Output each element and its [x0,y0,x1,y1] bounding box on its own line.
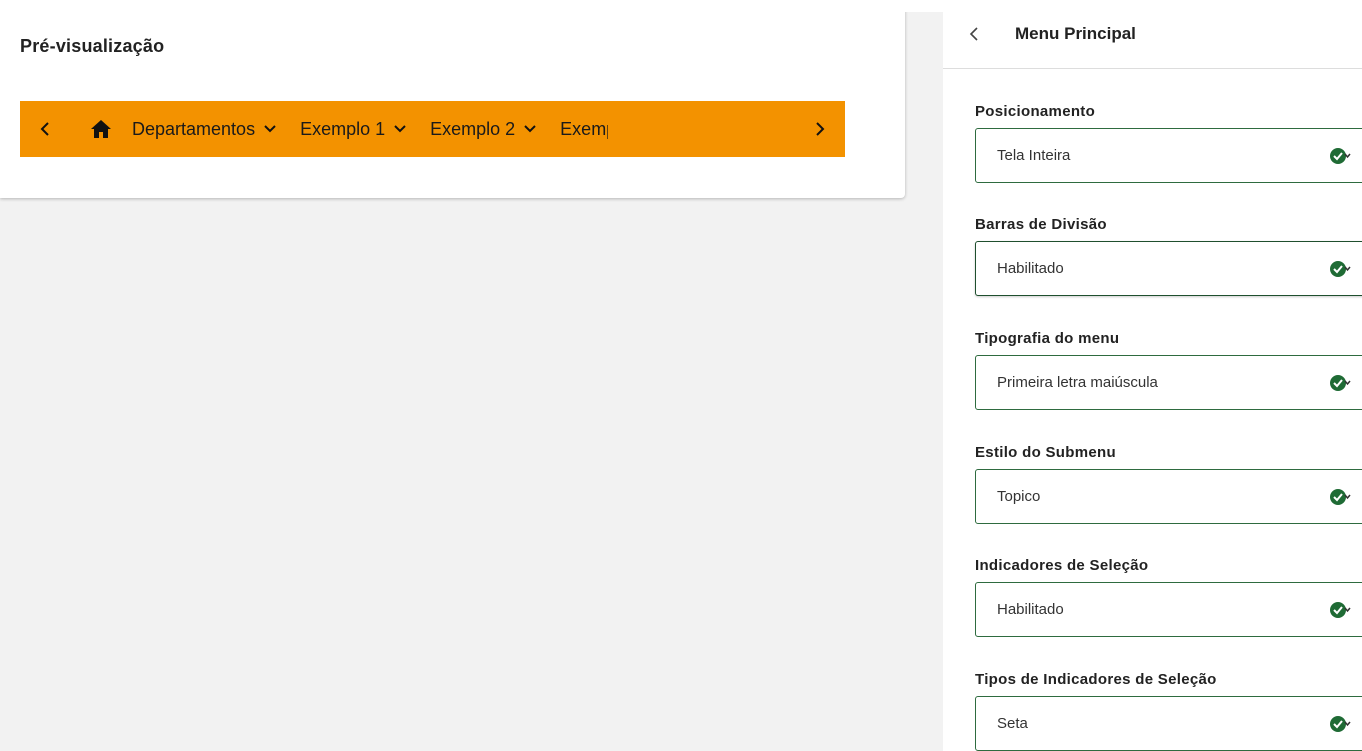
nav-prev-button[interactable] [20,101,70,157]
divider [905,0,943,12]
preview-title: Pré-visualização [20,36,165,56]
chevron-left-icon [969,27,978,41]
preview-card: Pré-visualização Departamentos Exemplo 1… [0,0,905,198]
select-value: Topico [997,488,1041,505]
nav-home-button[interactable] [70,101,132,157]
check-circle-chevron-icon [1330,148,1351,164]
tipos-de-indicadores-de-selecao-select[interactable]: Seta [975,696,1362,751]
field-label: Tipografia do menu [975,330,1120,347]
tipografia-do-menu-select[interactable]: Primeira letra maiúscula [975,355,1362,410]
field-label: Posicionamento [975,103,1096,120]
chevron-down-icon [264,125,276,133]
settings-panel: Menu Principal Posicionamento Tela Intei… [943,0,1362,751]
field-tipografia-do-menu: Tipografia do menu Primeira letra maiúsc… [975,330,1362,410]
nav-item-exemplo-1[interactable]: Exemplo 1 [300,101,430,157]
home-icon [91,120,111,138]
field-tipos-de-indicadores-de-selecao: Tipos de Indicadores de Seleção Seta [975,671,1362,751]
check-circle-chevron-icon [1330,716,1351,732]
field-indicadores-de-selecao: Indicadores de Seleção Habilitado [975,557,1362,637]
nav-item-exemplo-3[interactable]: Exemp [560,101,608,157]
field-label: Estilo do Submenu [975,444,1116,461]
panel-title: Menu Principal [1015,24,1136,43]
field-label: Indicadores de Seleção [975,557,1149,574]
chevron-left-icon [40,122,49,136]
indicadores-de-selecao-select[interactable]: Habilitado [975,582,1362,637]
panel-header: Menu Principal [943,0,1362,69]
chevron-down-icon [524,125,536,133]
nav-next-button[interactable] [795,101,845,157]
estilo-do-submenu-select[interactable]: Topico [975,469,1362,524]
field-barras-de-divisao: Barras de Divisão Habilitado [975,216,1362,296]
chevron-right-icon [816,122,825,136]
nav-item-label: Exemplo 1 [300,118,386,139]
select-value: Habilitado [997,260,1064,277]
select-value: Primeira letra maiúscula [997,374,1158,391]
check-circle-chevron-icon [1330,261,1351,277]
posicionamento-select[interactable]: Tela Inteira [975,128,1362,183]
select-value: Tela Inteira [997,147,1071,164]
nav-item-label: Exemp [560,118,608,139]
check-circle-chevron-icon [1330,375,1351,391]
field-label: Tipos de Indicadores de Seleção [975,671,1217,688]
chevron-down-icon [394,125,406,133]
check-circle-chevron-icon [1330,489,1351,505]
field-posicionamento: Posicionamento Tela Inteira [975,103,1362,183]
nav-item-label: Departamentos [132,118,256,139]
nav-item-departamentos[interactable]: Departamentos [132,101,300,157]
nav-item-label: Exemplo 2 [430,118,516,139]
field-estilo-do-submenu: Estilo do Submenu Topico [975,444,1362,524]
select-value: Seta [997,715,1028,732]
check-circle-chevron-icon [1330,602,1351,618]
field-label: Barras de Divisão [975,216,1107,233]
nav-item-exemplo-2[interactable]: Exemplo 2 [430,101,560,157]
back-button[interactable] [969,26,983,42]
select-value: Habilitado [997,601,1064,618]
menu-preview-navbar: Departamentos Exemplo 1 Exemplo 2 Exemp [20,101,845,157]
barras-de-divisao-select[interactable]: Habilitado [975,241,1362,296]
